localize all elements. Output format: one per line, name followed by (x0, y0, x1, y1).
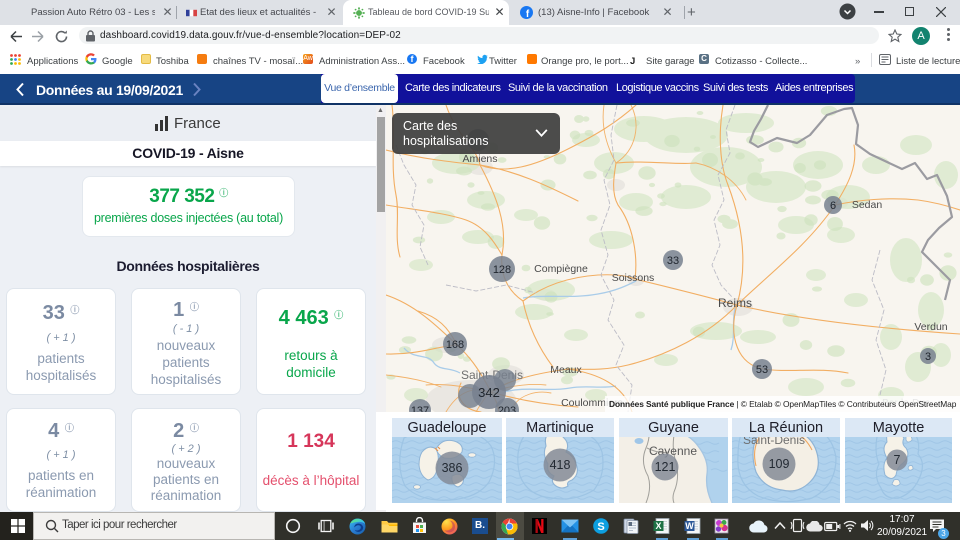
svg-text:Meaux: Meaux (550, 364, 582, 376)
svg-text:33: 33 (667, 255, 679, 267)
svg-text:342: 342 (478, 385, 500, 400)
svg-text:418: 418 (550, 458, 571, 472)
svg-text:Verdun: Verdun (914, 321, 947, 333)
svg-text:109: 109 (769, 457, 790, 471)
svg-text:Données Santé publique France: Données Santé publique France | © Etalab… (609, 399, 957, 409)
svg-text:Reims: Reims (718, 296, 752, 310)
svg-text:203: 203 (498, 405, 516, 412)
svg-text:Soissons: Soissons (612, 272, 655, 284)
svg-text:Sedan: Sedan (852, 199, 883, 211)
svg-text:S: S (597, 521, 604, 533)
svg-text:386: 386 (442, 461, 463, 475)
svg-text:137: 137 (411, 405, 429, 412)
svg-text:53: 53 (756, 364, 768, 376)
svg-text:Cayenne: Cayenne (649, 444, 697, 458)
svg-text:6: 6 (830, 200, 836, 212)
svg-text:121: 121 (655, 460, 676, 474)
svg-text:X: X (655, 521, 661, 531)
svg-text:7: 7 (894, 453, 901, 467)
svg-text:128: 128 (493, 264, 511, 276)
svg-text:Compiègne: Compiègne (534, 263, 588, 275)
svg-text:Amiens: Amiens (462, 153, 497, 165)
svg-text:3: 3 (925, 351, 931, 363)
svg-text:168: 168 (446, 339, 464, 351)
svg-text:W: W (685, 521, 694, 531)
